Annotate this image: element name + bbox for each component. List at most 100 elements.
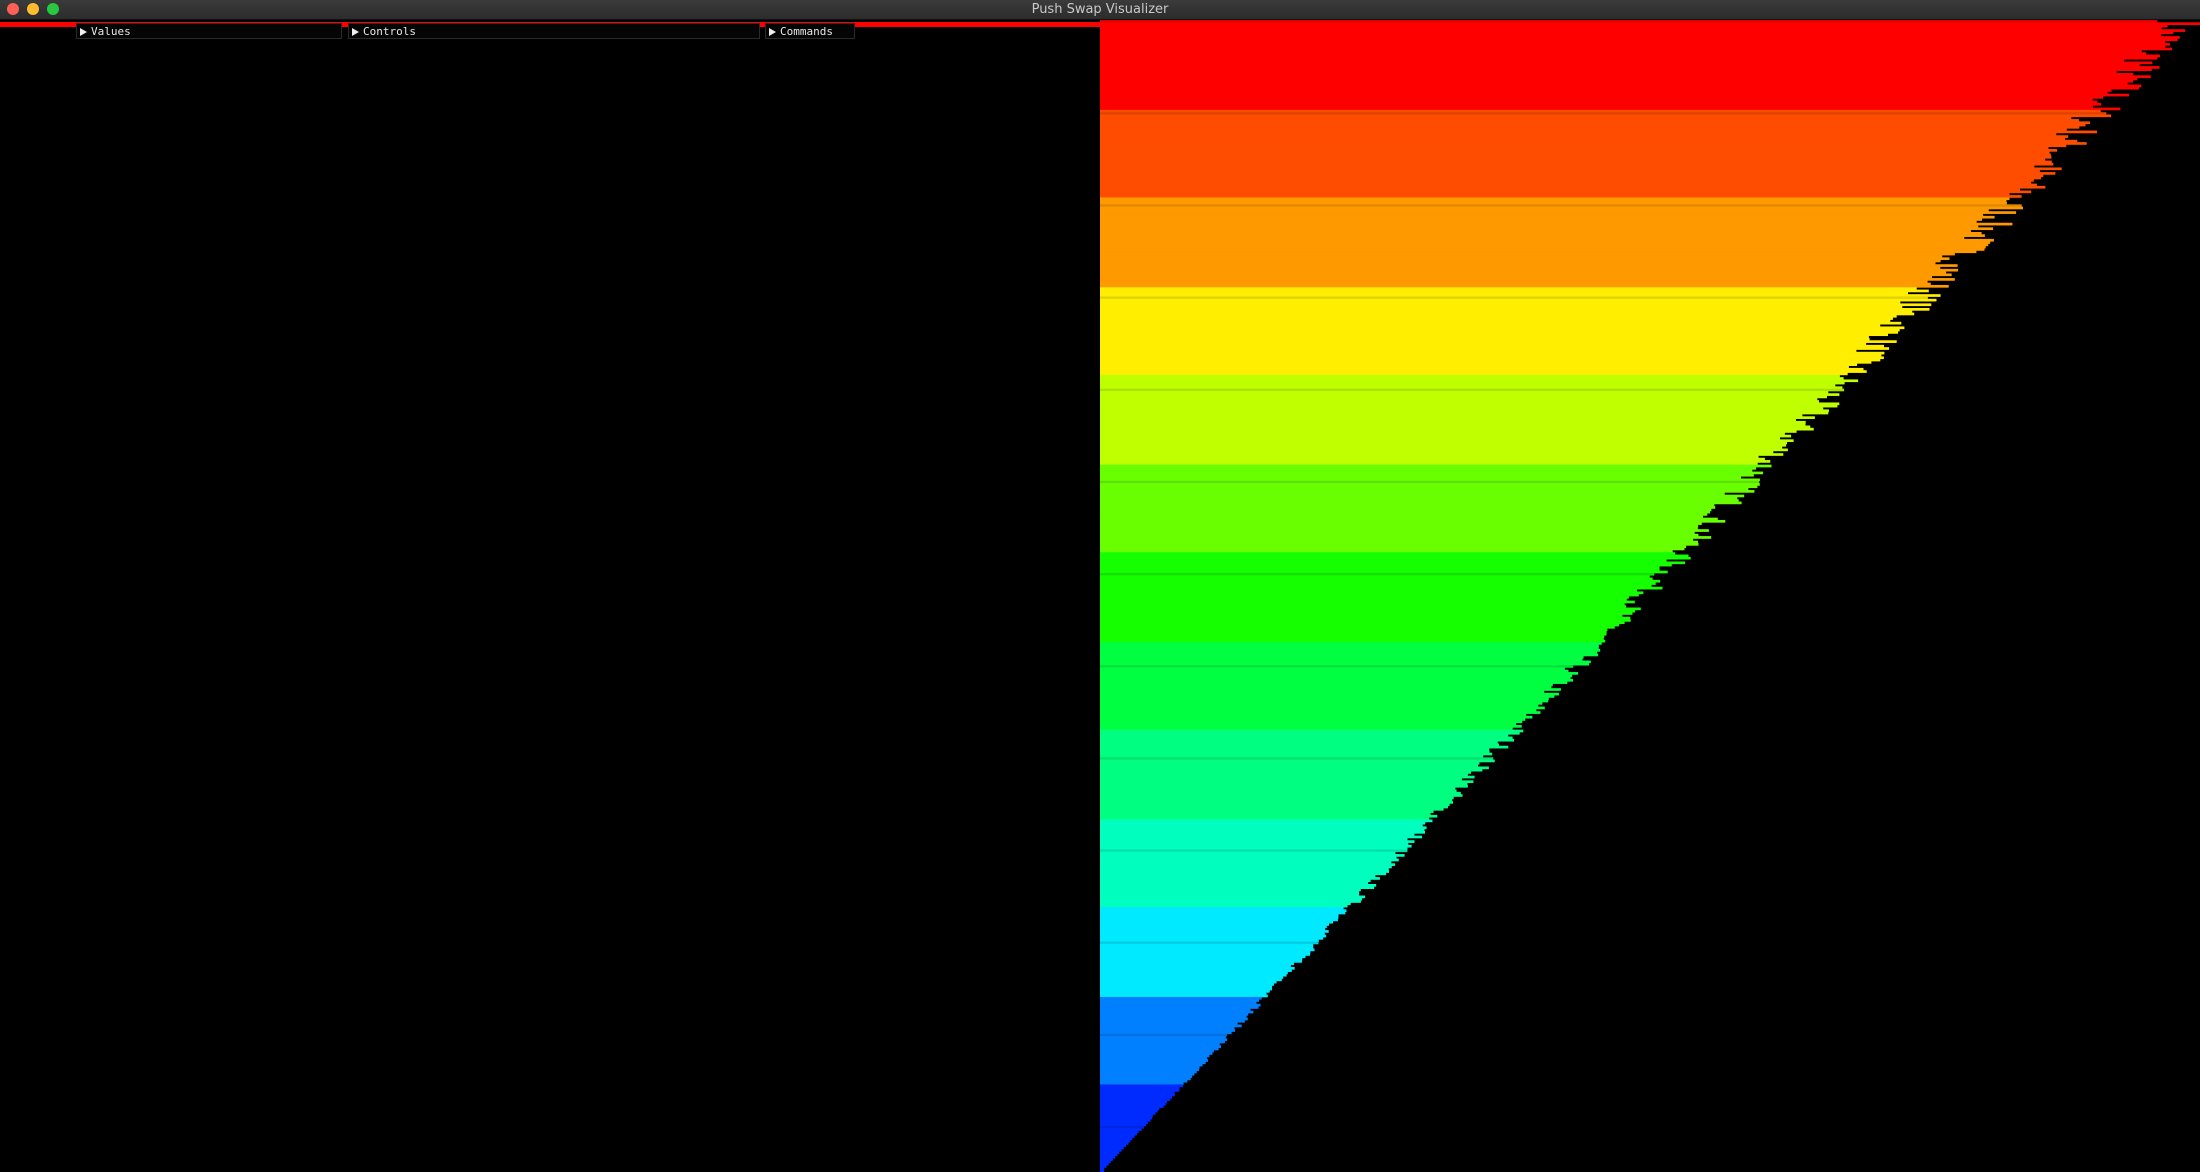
stack-b-bar (1100, 575, 1650, 578)
stack-b-bar (1100, 536, 1712, 539)
stack-b-bar (1100, 1130, 1139, 1134)
stack-b-bar (1100, 619, 1631, 622)
stack-b-bar (1100, 713, 1527, 717)
stack-b-bar (1100, 768, 1483, 772)
stack-b-bar (1100, 499, 1739, 502)
stack-b-bar (1100, 605, 1627, 608)
stack-b-bar (1100, 1033, 1228, 1037)
stack-b-bar (1100, 29, 2186, 32)
stack-b-bar (1100, 872, 1387, 876)
stack-b-bar (1100, 503, 1715, 507)
stack-b-bar (1100, 47, 2172, 51)
stack-b-bar (1100, 374, 1840, 378)
stack-b-bar (1100, 1054, 1210, 1058)
stack-b-bar (1100, 962, 1294, 966)
stack-b-bar (1100, 400, 1819, 403)
stack-b-bar (1100, 833, 1415, 837)
stack-b-bar (1100, 105, 2093, 108)
stack-b-bar (1100, 490, 1755, 493)
stack-b-bar (1100, 1084, 1184, 1088)
stack-b-bar (1100, 1119, 1151, 1122)
stack-b-bar (1100, 266, 1941, 270)
stack-b-bar (1100, 727, 1513, 731)
stack-b-bar (1100, 1086, 1180, 1090)
stack-b-bar (1100, 446, 1783, 449)
stack-b-bar (1100, 683, 1553, 687)
stack-b-bar (1100, 93, 2129, 97)
stack-b-bar (1100, 344, 1884, 348)
commands-menu[interactable]: Commands (765, 23, 855, 39)
stack-b-bar (1100, 351, 1885, 355)
stack-b-bar (1100, 996, 1262, 1000)
stack-b-bar (1100, 109, 2101, 113)
stack-b-bar (1100, 584, 1652, 588)
stack-b-panel (1100, 20, 2200, 1172)
stack-b-bar (1100, 672, 1579, 675)
stack-b-bar (1100, 971, 1288, 975)
stack-b-bar (1100, 204, 2022, 208)
stack-b-bar (1100, 798, 1453, 802)
stack-b-bar (1100, 994, 1268, 998)
stack-b-bar (1100, 957, 1303, 961)
stack-b-bar (1100, 460, 1771, 463)
stack-b-bar (1100, 123, 2086, 127)
stack-b-bar (1100, 172, 2056, 175)
stack-b-bar (1100, 1061, 1206, 1065)
stack-b-bar (1100, 1109, 1158, 1113)
stack-b-bar (1100, 153, 2051, 157)
stack-b-bar (1100, 483, 1760, 486)
stack-b-bar (1100, 135, 2069, 138)
stack-b-bar (1100, 43, 2170, 46)
stack-b-bar (1100, 72, 2134, 76)
stack-b-bar (1100, 851, 1396, 855)
stack-b-bar (1100, 579, 1661, 583)
stack-b-bar (1100, 1052, 1213, 1055)
stack-b-bar (1100, 607, 1641, 611)
stack-b-bar (1100, 791, 1461, 795)
stack-b-bar (1100, 296, 1928, 300)
stack-b-bar (1100, 411, 1829, 415)
stack-b-bar (1100, 1010, 1254, 1014)
stack-b-bar (1100, 1015, 1247, 1019)
stack-b-bar (1100, 337, 1870, 341)
stack-b-bar (1100, 248, 1985, 251)
stack-b-bar (1100, 278, 1955, 281)
stack-b-bar (1100, 45, 2166, 49)
stack-b-bar (1100, 1144, 1126, 1148)
stack-b-bar (1100, 529, 1709, 532)
stack-b-bar (1100, 987, 1272, 991)
stack-b-bar (1100, 600, 1635, 604)
stack-b-bar (1100, 1151, 1120, 1154)
stack-b-bar (1100, 847, 1408, 850)
controls-menu[interactable]: Controls (348, 23, 760, 39)
stack-b-bar (1100, 764, 1479, 767)
stack-b-bar (1100, 920, 1333, 924)
stack-b-bar (1100, 1112, 1156, 1115)
stack-b-bar (1100, 160, 2052, 164)
stack-b-bar (1100, 552, 1676, 555)
stack-b-bar (1100, 722, 1517, 726)
stack-b-bar (1100, 324, 1881, 327)
stack-b-bar (1100, 255, 1943, 258)
stack-b-bar (1100, 82, 2128, 85)
stack-b-bar (1100, 487, 1749, 491)
stack-b-bar (1100, 317, 1893, 320)
stack-b-bar (1100, 379, 1859, 383)
stack-b-bar (1100, 725, 1522, 728)
stack-b-bar (1100, 430, 1797, 433)
stack-b-bar (1100, 305, 1903, 309)
values-menu[interactable]: Values (76, 23, 342, 39)
stack-b-bar (1100, 612, 1633, 615)
stack-b-bar (1100, 1153, 1118, 1157)
stack-b-bar (1100, 142, 2087, 145)
stack-b-bar (1100, 812, 1431, 816)
stack-b-bar (1100, 132, 2057, 136)
stack-b-bar (1100, 1095, 1172, 1099)
stack-b-bar (1100, 1029, 1236, 1032)
stack-b-bar (1100, 501, 1742, 505)
expand-arrow-icon (80, 28, 87, 36)
stack-b-bar (1100, 784, 1468, 788)
stack-b-bar (1100, 1123, 1147, 1127)
stack-b-bar (1100, 1042, 1220, 1046)
stack-b-bar (1100, 1019, 1245, 1023)
